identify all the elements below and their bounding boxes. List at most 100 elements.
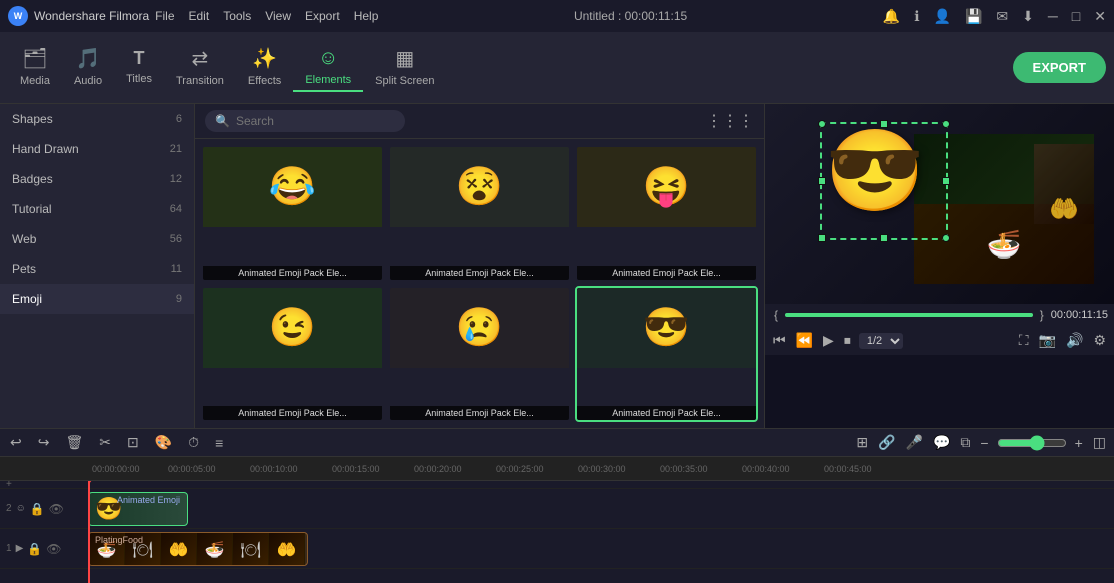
save-icon[interactable]: 💾	[965, 8, 982, 25]
voiceover-button[interactable]: 🎤	[904, 432, 925, 453]
toolbar-media[interactable]: 🗂 Media	[8, 42, 62, 93]
ruler-mark-4: 00:00:20:00	[414, 464, 462, 474]
playback-controls: ⏮ ⏪ ▶ ⏹ 1/2 1/4 1 2 ⛶ 📷 🔊 ⚙	[765, 326, 1114, 355]
preview-emoji-element: 😎	[825, 124, 945, 234]
zoom-slider[interactable]	[997, 435, 1067, 451]
grid-item-5[interactable]: 😢 Animated Emoji Pack Ele...	[388, 286, 571, 423]
grid-item-3[interactable]: 😝 Animated Emoji Pack Ele...	[575, 145, 758, 282]
track-lock-2[interactable]: 🔒	[30, 502, 45, 516]
cut-button[interactable]: ✂	[95, 432, 115, 453]
category-web[interactable]: Web 56	[0, 224, 194, 254]
category-web-count: 56	[170, 233, 182, 245]
mark-out-button[interactable]: }	[1037, 308, 1047, 322]
category-badges-count: 12	[170, 173, 182, 185]
zoom-out-button[interactable]: −	[978, 433, 990, 453]
subtitle-button[interactable]: 💬	[931, 432, 952, 453]
menu-file[interactable]: File	[155, 9, 174, 23]
notification-icon[interactable]: 🔔	[883, 8, 900, 25]
speed-selector[interactable]: 1/2 1/4 1 2	[859, 333, 903, 349]
toolbar-elements[interactable]: ☺ Elements	[293, 43, 363, 92]
video-thumb-6: 🤲	[269, 533, 305, 565]
audio-mix-button[interactable]: ≡	[211, 433, 227, 453]
toolbar-effects[interactable]: ✨ Effects	[236, 42, 293, 93]
message-icon[interactable]: ✉	[996, 8, 1008, 25]
video-clip[interactable]: PlatingFood 🍜 🍽 🤲 🍜 🍽 🤲	[88, 532, 308, 566]
grid-toggle-icon[interactable]: ⋮⋮⋮	[706, 111, 754, 131]
grid-item-4[interactable]: 😉 Animated Emoji Pack Ele...	[201, 286, 384, 423]
snap-button[interactable]: ⊞	[854, 432, 870, 453]
crop-button[interactable]: ⊡	[123, 432, 143, 453]
grid-item-2[interactable]: 😵 Animated Emoji Pack Ele...	[388, 145, 571, 282]
timeline-body: + 2 ☺ 🔒 👁 1 ▶ 🔒 👁	[0, 481, 1114, 583]
category-emoji-count: 9	[176, 293, 182, 305]
category-tutorial[interactable]: Tutorial 64	[0, 194, 194, 224]
mark-in-button[interactable]: {	[771, 308, 781, 322]
maximize-button[interactable]: □	[1072, 8, 1080, 24]
preview-panel: 🍜 🤲 😎 { } 0	[764, 104, 1114, 428]
category-pets[interactable]: Pets 11	[0, 254, 194, 284]
track-lock-1[interactable]: 🔒	[27, 542, 42, 556]
info-icon[interactable]: ℹ	[914, 8, 919, 25]
ruler-mark-3: 00:00:15:00	[332, 464, 380, 474]
collapse-button[interactable]: ◫	[1091, 432, 1108, 453]
grid-item-4-label: Animated Emoji Pack Ele...	[203, 406, 382, 420]
track-controls-1: 🔒 👁	[27, 542, 61, 556]
track-row-2: 😎 Animated Emoji	[88, 489, 1114, 529]
menu-export[interactable]: Export	[305, 9, 340, 23]
toolbar-titles[interactable]: T Titles	[114, 44, 164, 91]
ruler-mark-1: 00:00:05:00	[168, 464, 216, 474]
content-panel: 🔍 ⋮⋮⋮ 😂 Animated Emoji Pack Ele... 😵 Ani…	[195, 104, 764, 428]
skip-back-button[interactable]: ⏮	[771, 330, 788, 351]
close-button[interactable]: ✕	[1094, 8, 1106, 25]
audio-button[interactable]: 🔊	[1064, 330, 1085, 351]
category-pets-label: Pets	[12, 262, 36, 276]
export-button[interactable]: EXPORT	[1013, 52, 1106, 83]
menu-view[interactable]: View	[265, 9, 291, 23]
menu-help[interactable]: Help	[354, 9, 379, 23]
menu-edit[interactable]: Edit	[189, 9, 210, 23]
category-handdrawn[interactable]: Hand Drawn 21	[0, 134, 194, 164]
progress-bar[interactable]	[785, 313, 1033, 317]
toolbar-audio[interactable]: 🎵 Audio	[62, 42, 114, 93]
search-input[interactable]	[236, 114, 386, 128]
category-emoji[interactable]: Emoji 9	[0, 284, 194, 314]
track-visibility-2[interactable]: 👁	[49, 502, 64, 516]
toolbar-transition[interactable]: ⇄ Transition	[164, 42, 236, 93]
play-button[interactable]: ▶	[821, 330, 836, 351]
settings-button[interactable]: ⚙	[1091, 330, 1108, 351]
media-icon: 🗂	[22, 46, 47, 71]
color-button[interactable]: 🎨	[151, 432, 176, 453]
playhead[interactable]	[88, 481, 90, 583]
fullscreen-button[interactable]: ⛶	[1017, 330, 1031, 351]
grid-item-1[interactable]: 😂 Animated Emoji Pack Ele...	[201, 145, 384, 282]
link-button[interactable]: 🔗	[876, 432, 897, 453]
timeline-spacer	[88, 481, 1114, 489]
video-thumb-3: 🤲	[161, 533, 197, 565]
playhead-triangle	[88, 481, 95, 484]
zoom-in-button[interactable]: +	[1073, 433, 1085, 453]
step-back-button[interactable]: ⏪	[794, 330, 815, 351]
pip-button[interactable]: ⧉	[958, 432, 972, 453]
category-handdrawn-count: 21	[170, 143, 182, 155]
minimize-button[interactable]: ─	[1048, 8, 1058, 24]
splitscreen-icon: ▦	[395, 46, 414, 71]
redo-button[interactable]: ↪	[34, 432, 54, 453]
snapshot-button[interactable]: 📷	[1037, 330, 1058, 351]
undo-button[interactable]: ↩	[6, 432, 26, 453]
toolbar-splitscreen[interactable]: ▦ Split Screen	[363, 42, 446, 93]
category-shapes[interactable]: Shapes 6	[0, 104, 194, 134]
preview-time: 00:00:11:15	[1051, 309, 1108, 321]
menu-bar: File Edit Tools View Export Help	[155, 9, 378, 23]
speed-button[interactable]: ⏱	[184, 432, 203, 453]
menu-tools[interactable]: Tools	[223, 9, 251, 23]
elements-grid: 😂 Animated Emoji Pack Ele... 😵 Animated …	[195, 139, 764, 428]
grid-item-6[interactable]: 😎 Animated Emoji Pack Ele...	[575, 286, 758, 423]
download-icon[interactable]: ⬇	[1022, 8, 1034, 25]
delete-button[interactable]: 🗑	[61, 432, 87, 453]
track-visibility-1[interactable]: 👁	[46, 542, 61, 556]
stop-button[interactable]: ⏹	[842, 330, 853, 351]
elements-icon: ☺	[318, 47, 338, 70]
emoji-clip[interactable]: 😎 Animated Emoji	[88, 492, 188, 526]
account-icon[interactable]: 👤	[934, 8, 951, 25]
category-badges[interactable]: Badges 12	[0, 164, 194, 194]
